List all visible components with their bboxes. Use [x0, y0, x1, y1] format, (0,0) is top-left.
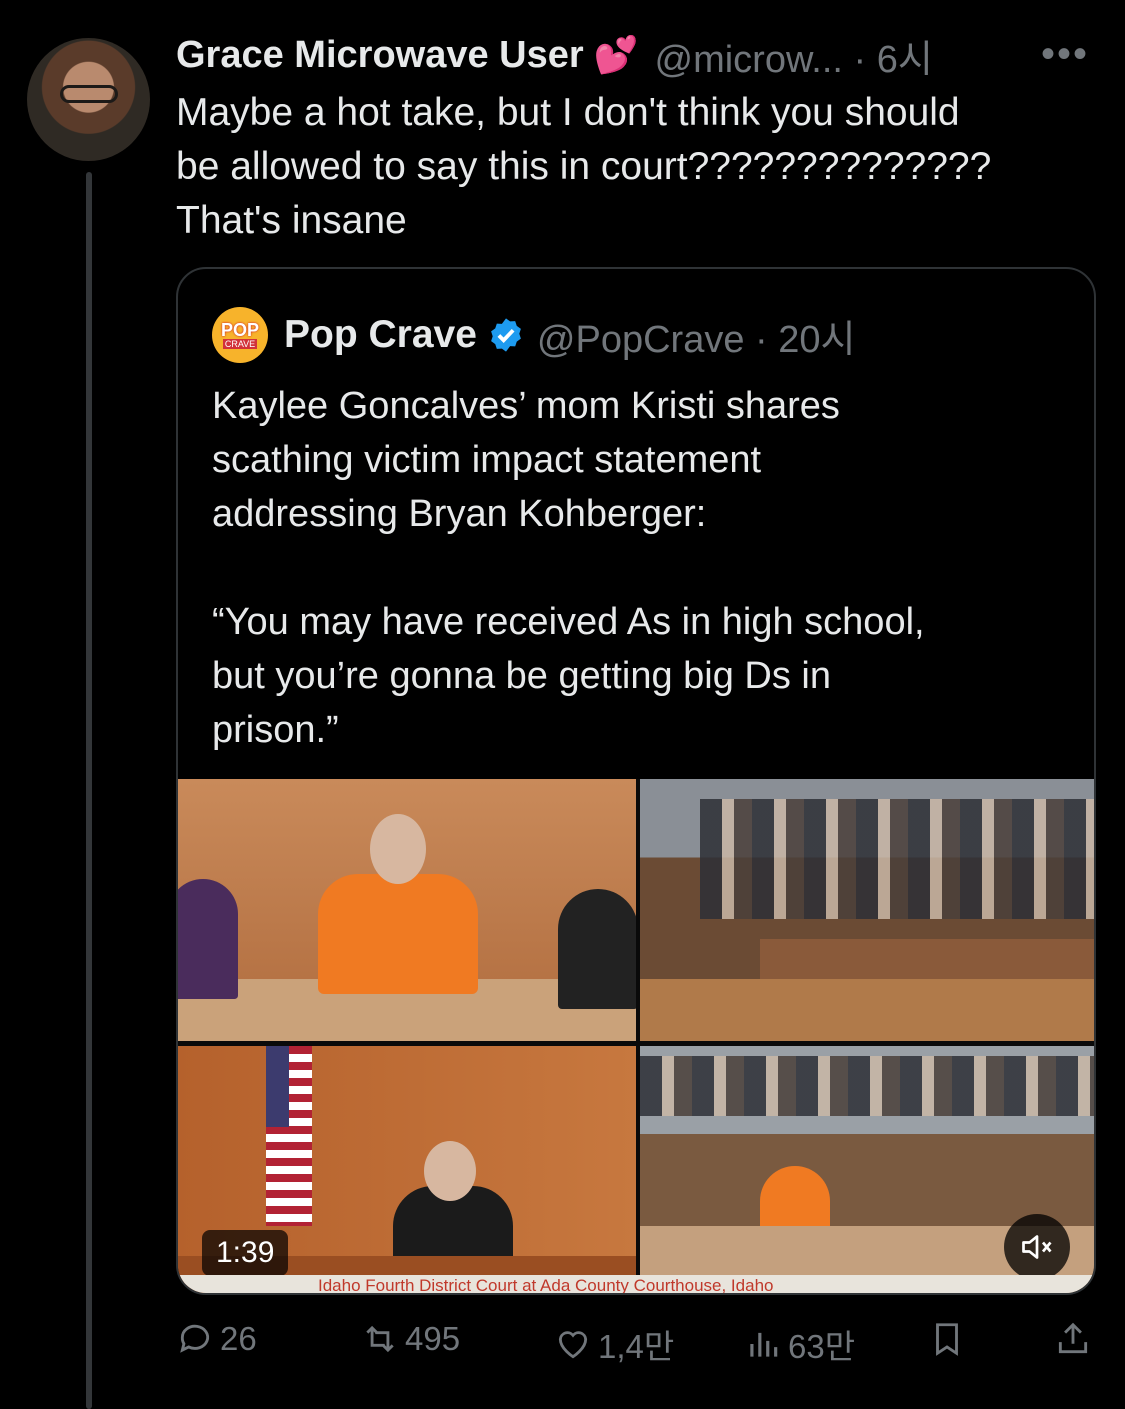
quote-text-line: prison.” — [212, 709, 339, 751]
repost-count: 495 — [405, 1320, 461, 1357]
video-player[interactable]: 1:39 Idaho Fourth District Court at Ada … — [178, 779, 1094, 1293]
avatar[interactable] — [27, 38, 150, 161]
quote-text: Kaylee Goncalves’ mom Kristi shares scat… — [212, 379, 1072, 757]
like-button[interactable]: 1,4만 — [554, 1320, 674, 1368]
author-handle-time[interactable]: @microw... · 6시 — [655, 28, 933, 83]
more-options-icon[interactable]: ••• — [1041, 32, 1089, 77]
us-flag — [266, 1046, 312, 1226]
quote-text-line: addressing Bryan Kohberger: — [212, 493, 707, 535]
speaker-muted-glyph — [1022, 1235, 1052, 1259]
quote-author-name[interactable]: Pop Crave — [284, 313, 477, 357]
thread-line — [86, 172, 92, 1409]
video-ticker: Idaho Fourth District Court at Ada Count… — [178, 1275, 1094, 1293]
back-row — [640, 1056, 1094, 1116]
reply-icon — [180, 1324, 210, 1353]
logo-text-top: POP — [220, 320, 259, 340]
repost-icon — [366, 1325, 394, 1353]
tweet-header: Grace Microwave User 💕 @microw... · 6시 — [176, 28, 933, 83]
quote-text-line: scathing victim impact statement — [212, 439, 762, 481]
reply-count: 26 — [220, 1320, 257, 1357]
tweet-text: Maybe a hot take, but I don't think you … — [176, 86, 1076, 248]
verified-badge-icon — [491, 318, 521, 352]
reply-button[interactable]: 26 — [176, 1320, 257, 1358]
tweet-text-line: Maybe a hot take, but I don't think you … — [176, 91, 960, 134]
views-button[interactable]: 63만 — [744, 1320, 855, 1368]
quote-header: POP CRAVE Pop Crave @PopCrave · 20시 — [212, 307, 856, 363]
quote-text-line: Kaylee Goncalves’ mom Kristi shares — [212, 385, 840, 427]
video-pane-gallery — [640, 779, 1094, 1041]
share-icon — [1058, 1322, 1088, 1354]
repost-button[interactable]: 495 — [361, 1320, 460, 1358]
action-bar: 26 495 1,4만 63만 — [176, 1320, 1096, 1376]
tweet-text-line: That's insane — [176, 199, 407, 242]
share-button[interactable] — [1054, 1320, 1098, 1358]
heart-icon — [558, 1331, 588, 1359]
popcrave-logo[interactable]: POP CRAVE — [212, 307, 268, 363]
judge-head — [424, 1141, 476, 1201]
avatar-glasses — [60, 85, 118, 103]
video-pane-defendant — [178, 779, 636, 1041]
quote-handle-time[interactable]: @PopCrave · 20시 — [537, 308, 856, 363]
logo-text-bottom: CRAVE — [222, 339, 258, 349]
quote-text-line — [212, 541, 1072, 595]
tweet-text-line: be allowed to say this in court?????????… — [176, 145, 992, 188]
person-purple — [178, 879, 238, 999]
table — [760, 939, 1094, 979]
bookmark-icon — [936, 1323, 958, 1356]
quoted-tweet[interactable]: POP CRAVE Pop Crave @PopCrave · 20시 Kayl… — [176, 267, 1096, 1295]
bookmark-button[interactable] — [928, 1320, 972, 1358]
view-count: 63만 — [788, 1328, 856, 1365]
quote-text-line: but you’re gonna be getting big Ds in — [212, 655, 831, 697]
podium — [640, 979, 1094, 1041]
video-duration: 1:39 — [202, 1230, 289, 1276]
head — [370, 814, 426, 884]
orange-suit — [318, 874, 478, 994]
person-dark — [558, 889, 636, 1009]
views-icon — [750, 1332, 778, 1357]
quote-text-line: “You may have received As in high school… — [212, 601, 925, 643]
speaker-muted-icon[interactable] — [1004, 1214, 1070, 1280]
author-name[interactable]: Grace Microwave User — [176, 34, 584, 77]
gallery-crowd — [700, 799, 1094, 919]
heart-emoji: 💕 — [593, 34, 639, 75]
like-count: 1,4만 — [598, 1328, 675, 1365]
